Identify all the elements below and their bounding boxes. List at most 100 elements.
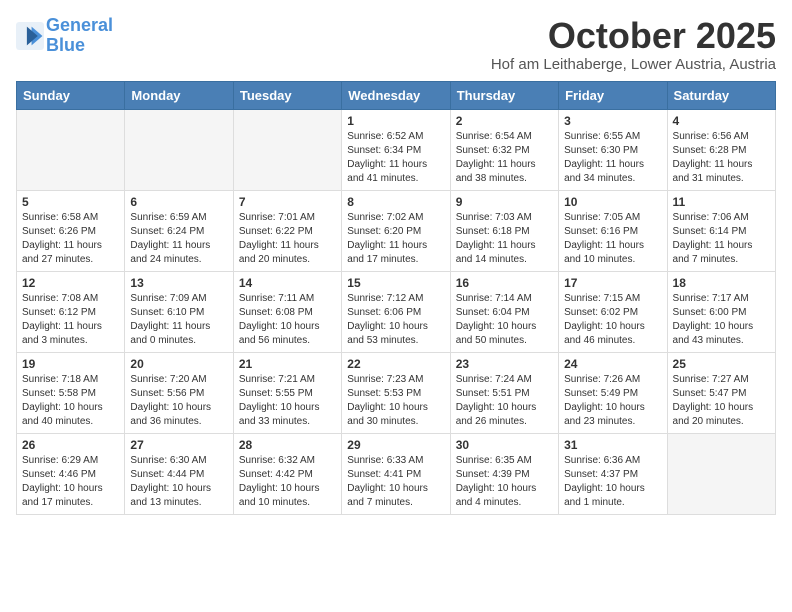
day-number: 26 — [22, 438, 119, 452]
day-info: Sunrise: 7:26 AMSunset: 5:49 PMDaylight:… — [564, 373, 661, 429]
table-row: 31 Sunrise: 6:36 AMSunset: 4:37 PMDayligh… — [559, 433, 667, 514]
day-number: 5 — [22, 195, 119, 209]
day-number: 3 — [564, 114, 661, 128]
day-number: 21 — [239, 357, 336, 371]
month-title: October 2025 — [491, 16, 776, 56]
table-row: 29 Sunrise: 6:33 AMSunset: 4:41 PMDayligh… — [342, 433, 450, 514]
header-monday: Monday — [125, 81, 233, 109]
header-tuesday: Tuesday — [233, 81, 341, 109]
table-row: 13 Sunrise: 7:09 AMSunset: 6:10 PMDayligh… — [125, 271, 233, 352]
calendar-week-row: 26 Sunrise: 6:29 AMSunset: 4:46 PMDayligh… — [17, 433, 776, 514]
day-number: 29 — [347, 438, 444, 452]
table-row: 2 Sunrise: 6:54 AMSunset: 6:32 PMDaylight… — [450, 109, 558, 190]
table-row: 22 Sunrise: 7:23 AMSunset: 5:53 PMDayligh… — [342, 352, 450, 433]
day-number: 16 — [456, 276, 553, 290]
table-row: 26 Sunrise: 6:29 AMSunset: 4:46 PMDayligh… — [17, 433, 125, 514]
day-info: Sunrise: 6:59 AMSunset: 6:24 PMDaylight:… — [130, 211, 227, 267]
table-row: 21 Sunrise: 7:21 AMSunset: 5:55 PMDayligh… — [233, 352, 341, 433]
day-info: Sunrise: 6:36 AMSunset: 4:37 PMDaylight:… — [564, 454, 661, 510]
day-info: Sunrise: 6:54 AMSunset: 6:32 PMDaylight:… — [456, 130, 553, 186]
day-number: 8 — [347, 195, 444, 209]
table-row — [17, 109, 125, 190]
day-number: 4 — [673, 114, 770, 128]
calendar-week-row: 1 Sunrise: 6:52 AMSunset: 6:34 PMDaylight… — [17, 109, 776, 190]
day-number: 23 — [456, 357, 553, 371]
day-number: 31 — [564, 438, 661, 452]
logo-line2: Blue — [46, 35, 85, 55]
day-number: 10 — [564, 195, 661, 209]
logo-line1: General — [46, 15, 113, 35]
table-row — [233, 109, 341, 190]
day-info: Sunrise: 6:56 AMSunset: 6:28 PMDaylight:… — [673, 130, 770, 186]
day-number: 9 — [456, 195, 553, 209]
day-info: Sunrise: 7:01 AMSunset: 6:22 PMDaylight:… — [239, 211, 336, 267]
header-saturday: Saturday — [667, 81, 775, 109]
day-number: 15 — [347, 276, 444, 290]
table-row: 30Sunrise: 6:35 AMSunset: 4:39 PMDayligh… — [450, 433, 558, 514]
day-info: Sunrise: 6:32 AMSunset: 4:42 PMDaylight:… — [239, 454, 336, 510]
day-info: Sunrise: 6:29 AMSunset: 4:46 PMDaylight:… — [22, 454, 119, 510]
calendar-week-row: 12Sunrise: 7:08 AMSunset: 6:12 PMDayligh… — [17, 271, 776, 352]
calendar-week-row: 5Sunrise: 6:58 AMSunset: 6:26 PMDaylight… — [17, 190, 776, 271]
day-info: Sunrise: 7:18 AMSunset: 5:58 PMDaylight:… — [22, 373, 119, 429]
table-row: 18Sunrise: 7:17 AMSunset: 6:00 PMDayligh… — [667, 271, 775, 352]
day-number: 27 — [130, 438, 227, 452]
table-row: 15 Sunrise: 7:12 AMSunset: 6:06 PMDayligh… — [342, 271, 450, 352]
header-thursday: Thursday — [450, 81, 558, 109]
calendar-week-row: 19Sunrise: 7:18 AMSunset: 5:58 PMDayligh… — [17, 352, 776, 433]
day-info: Sunrise: 7:15 AMSunset: 6:02 PMDaylight:… — [564, 292, 661, 348]
title-block: October 2025 Hof am Leithaberge, Lower A… — [491, 16, 776, 73]
logo-icon — [16, 22, 44, 50]
location-title: Hof am Leithaberge, Lower Austria, Austr… — [491, 56, 776, 73]
table-row: 17 Sunrise: 7:15 AMSunset: 6:02 PMDayligh… — [559, 271, 667, 352]
day-info: Sunrise: 6:55 AMSunset: 6:30 PMDaylight:… — [564, 130, 661, 186]
day-number: 2 — [456, 114, 553, 128]
day-info: Sunrise: 7:09 AMSunset: 6:10 PMDaylight:… — [130, 292, 227, 348]
day-info: Sunrise: 7:17 AMSunset: 6:00 PMDaylight:… — [673, 292, 770, 348]
table-row: 8 Sunrise: 7:02 AMSunset: 6:20 PMDaylight… — [342, 190, 450, 271]
day-info: Sunrise: 7:12 AMSunset: 6:06 PMDaylight:… — [347, 292, 444, 348]
table-row: 23Sunrise: 7:24 AMSunset: 5:51 PMDayligh… — [450, 352, 558, 433]
header-friday: Friday — [559, 81, 667, 109]
table-row: 12Sunrise: 7:08 AMSunset: 6:12 PMDayligh… — [17, 271, 125, 352]
table-row: 4 Sunrise: 6:56 AMSunset: 6:28 PMDaylight… — [667, 109, 775, 190]
day-info: Sunrise: 7:11 AMSunset: 6:08 PMDaylight:… — [239, 292, 336, 348]
table-row: 11 Sunrise: 7:06 AMSunset: 6:14 PMDayligh… — [667, 190, 775, 271]
logo: General Blue — [16, 16, 113, 56]
day-info: Sunrise: 7:02 AMSunset: 6:20 PMDaylight:… — [347, 211, 444, 267]
day-number: 11 — [673, 195, 770, 209]
day-number: 17 — [564, 276, 661, 290]
header-wednesday: Wednesday — [342, 81, 450, 109]
day-info: Sunrise: 7:06 AMSunset: 6:14 PMDaylight:… — [673, 211, 770, 267]
table-row: 6 Sunrise: 6:59 AMSunset: 6:24 PMDaylight… — [125, 190, 233, 271]
day-number: 7 — [239, 195, 336, 209]
day-number: 13 — [130, 276, 227, 290]
day-number: 30 — [456, 438, 553, 452]
day-info: Sunrise: 6:33 AMSunset: 4:41 PMDaylight:… — [347, 454, 444, 510]
table-row: 19Sunrise: 7:18 AMSunset: 5:58 PMDayligh… — [17, 352, 125, 433]
page-header: General Blue October 2025 Hof am Leithab… — [16, 16, 776, 73]
day-info: Sunrise: 7:14 AMSunset: 6:04 PMDaylight:… — [456, 292, 553, 348]
day-info: Sunrise: 7:23 AMSunset: 5:53 PMDaylight:… — [347, 373, 444, 429]
logo-text: General Blue — [46, 16, 113, 56]
header-sunday: Sunday — [17, 81, 125, 109]
table-row: 9Sunrise: 7:03 AMSunset: 6:18 PMDaylight… — [450, 190, 558, 271]
table-row: 25 Sunrise: 7:27 AMSunset: 5:47 PMDayligh… — [667, 352, 775, 433]
day-info: Sunrise: 7:27 AMSunset: 5:47 PMDaylight:… — [673, 373, 770, 429]
table-row — [667, 433, 775, 514]
day-number: 22 — [347, 357, 444, 371]
table-row: 27Sunrise: 6:30 AMSunset: 4:44 PMDayligh… — [125, 433, 233, 514]
table-row: 14 Sunrise: 7:11 AMSunset: 6:08 PMDayligh… — [233, 271, 341, 352]
calendar: Sunday Monday Tuesday Wednesday Thursday… — [16, 81, 776, 515]
day-number: 1 — [347, 114, 444, 128]
day-number: 6 — [130, 195, 227, 209]
day-number: 25 — [673, 357, 770, 371]
table-row: 3 Sunrise: 6:55 AMSunset: 6:30 PMDaylight… — [559, 109, 667, 190]
day-info: Sunrise: 7:21 AMSunset: 5:55 PMDaylight:… — [239, 373, 336, 429]
day-info: Sunrise: 7:05 AMSunset: 6:16 PMDaylight:… — [564, 211, 661, 267]
day-number: 14 — [239, 276, 336, 290]
table-row: 28Sunrise: 6:32 AMSunset: 4:42 PMDayligh… — [233, 433, 341, 514]
day-info: Sunrise: 6:52 AMSunset: 6:34 PMDaylight:… — [347, 130, 444, 186]
table-row: 1 Sunrise: 6:52 AMSunset: 6:34 PMDaylight… — [342, 109, 450, 190]
calendar-header-row: Sunday Monday Tuesday Wednesday Thursday… — [17, 81, 776, 109]
